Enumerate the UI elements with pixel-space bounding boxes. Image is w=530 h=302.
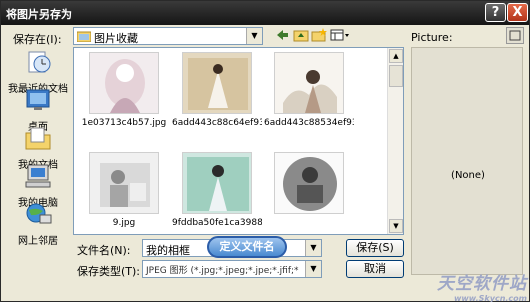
- file-item[interactable]: 9.jpg: [79, 152, 169, 228]
- file-name: 6add443c88534ef93d...: [264, 118, 354, 128]
- thumbnail: [274, 152, 344, 214]
- watermark-url: www.Skycn.com: [453, 294, 527, 302]
- title-bar: 将图片另存为 ? X: [1, 1, 529, 25]
- file-item[interactable]: [264, 152, 354, 218]
- file-name: 6add443c88c64ef93d...: [172, 118, 262, 128]
- help-button[interactable]: ?: [485, 3, 506, 22]
- network-places-icon: [26, 203, 52, 224]
- file-item[interactable]: 9fddba50fe1ca3988d5...: [172, 152, 262, 228]
- preview-none-text: (None): [451, 170, 485, 181]
- save-picture-dialog: 将图片另存为 ? X 保存在(I): 图片收藏 ▼ Picture: 我的电脑 …: [0, 0, 530, 302]
- my-documents-icon: [25, 127, 51, 150]
- chevron-down-icon[interactable]: ▼: [246, 28, 262, 44]
- file-item[interactable]: 6add443c88c64ef93d...: [172, 52, 262, 128]
- save-button[interactable]: 保存(S): [346, 239, 404, 257]
- watermark-title: 天空软件站: [437, 274, 527, 294]
- scroll-down-icon[interactable]: ▼: [389, 219, 403, 233]
- back-icon[interactable]: [273, 28, 291, 44]
- save-in-combo[interactable]: 图片收藏 ▼: [73, 27, 263, 45]
- scroll-up-icon[interactable]: ▲: [389, 49, 403, 63]
- save-in-value: 图片收藏: [94, 32, 138, 45]
- place-label: 网上邻居: [18, 236, 58, 247]
- dialog-title: 将图片另存为: [6, 8, 72, 21]
- new-folder-icon[interactable]: [310, 28, 328, 44]
- recent-docs-icon: [28, 51, 51, 73]
- picture-label: Picture:: [411, 31, 453, 44]
- desktop-icon: [26, 89, 50, 110]
- filename-callout: 定义文件名: [207, 236, 287, 258]
- place-network[interactable]: 网上邻居: [6, 201, 70, 247]
- file-name: 1e03713c4b57.jpg: [81, 118, 167, 128]
- chevron-down-icon[interactable]: ▼: [305, 240, 321, 256]
- preview-panel: (None): [411, 47, 523, 275]
- file-item[interactable]: 1e03713c4b57.jpg: [79, 52, 169, 128]
- cancel-button[interactable]: 取消: [346, 260, 404, 278]
- scroll-thumb[interactable]: [389, 65, 403, 87]
- save-in-label: 保存在(I):: [13, 33, 62, 46]
- thumbnail: [89, 152, 159, 214]
- view-menu-icon[interactable]: [329, 28, 351, 44]
- filename-label: 文件名(N):: [77, 244, 131, 257]
- vertical-scrollbar[interactable]: ▲ ▼: [387, 48, 403, 234]
- file-name: 9fddba50fe1ca3988d5...: [172, 218, 262, 228]
- preview-toggle-icon[interactable]: [506, 27, 524, 44]
- chevron-down-icon[interactable]: ▼: [305, 261, 321, 277]
- up-folder-icon[interactable]: [292, 28, 310, 44]
- thumbnail: [182, 152, 252, 214]
- file-list[interactable]: 1e03713c4b57.jpg 6add443c88c64ef93d...: [73, 47, 404, 235]
- thumbnail: [182, 52, 252, 114]
- filetype-value: JPEG 图形 (*.jpg;*.jpeg;*.jpe;*.jfif;*: [146, 266, 299, 276]
- folder-icon: [77, 31, 91, 42]
- thumbnail: [89, 52, 159, 114]
- close-button[interactable]: X: [507, 3, 528, 22]
- filetype-select[interactable]: JPEG 图形 (*.jpg;*.jpeg;*.jpe;*.jfif;* ▼: [142, 260, 322, 278]
- file-item[interactable]: 6add443c88534ef93d...: [264, 52, 354, 128]
- places-bar: 我最近的文档 桌面 我的文档 我的电脑: [6, 47, 70, 247]
- thumbnail: [274, 52, 344, 114]
- filename-value: 我的相框: [146, 244, 190, 257]
- my-computer-icon: [25, 164, 51, 188]
- site-watermark: 天空软件站 www.Skycn.com: [419, 269, 527, 302]
- filetype-label: 保存类型(T):: [77, 265, 141, 278]
- file-name: 9.jpg: [112, 218, 136, 228]
